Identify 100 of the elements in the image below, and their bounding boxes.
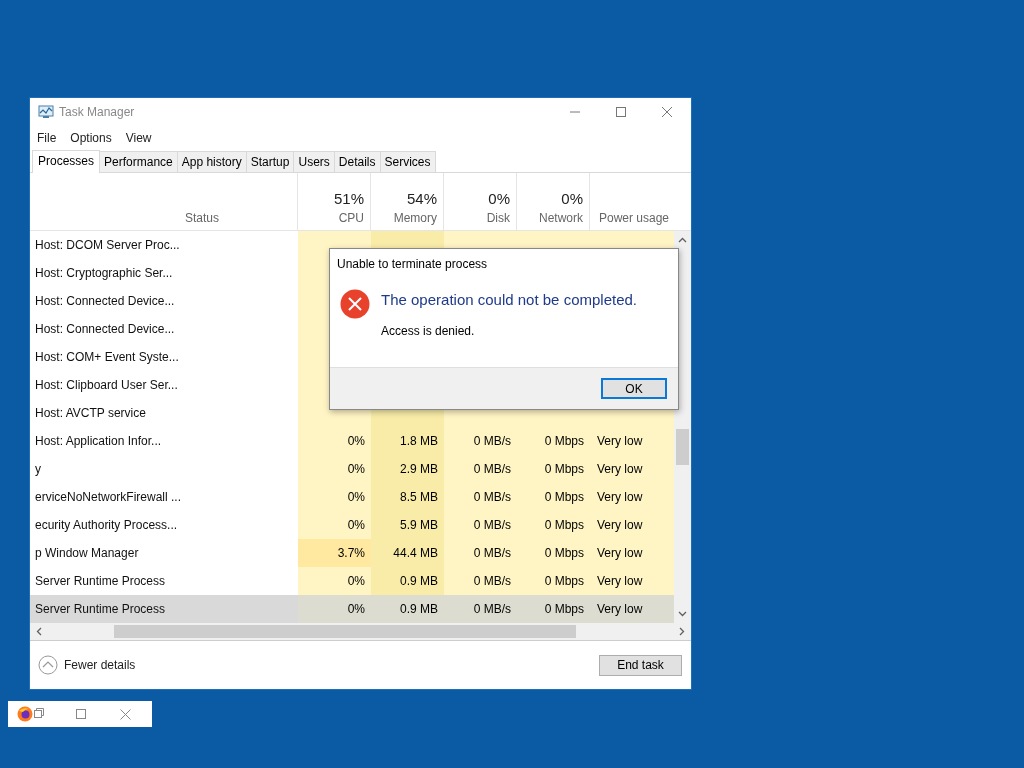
table-cell: 0%	[298, 595, 371, 623]
table-cell: 0%	[298, 567, 371, 595]
fewer-details-link[interactable]: Fewer details	[64, 658, 136, 672]
process-row[interactable]: ecurity Authority Process... 0% 5.9 MB 0 MB/s 0 Mbps Very low	[30, 511, 674, 539]
table-cell: 0 MB/s	[444, 427, 517, 455]
process-name: Host: DCOM Server Proc...	[35, 238, 180, 252]
table-cell: 0 MB/s	[444, 595, 517, 623]
process-name: erviceNoNetworkFirewall ...	[35, 490, 182, 504]
scroll-thumb[interactable]	[114, 625, 576, 638]
process-row[interactable]: y 0% 2.9 MB 0 MB/s 0 Mbps Very low	[30, 455, 674, 483]
table-cell: Very low	[590, 539, 674, 567]
restore-icon[interactable]	[34, 707, 44, 718]
error-icon	[340, 289, 370, 319]
header-cell[interactable]: Power usage	[590, 173, 674, 230]
table-cell: 0.9 MB	[371, 595, 444, 623]
header-cell[interactable]: Status	[180, 173, 298, 230]
table-cell: 0%	[298, 427, 371, 455]
header-cell[interactable]: 51% CPU	[298, 173, 371, 230]
process-name: p Window Manager	[35, 546, 139, 560]
menu-item[interactable]: File	[37, 131, 57, 145]
tab[interactable]: Startup	[245, 151, 295, 172]
process-name: Host: Connected Device...	[35, 294, 175, 308]
table-cell: 0.9 MB	[371, 567, 444, 595]
process-row[interactable]: Host: Application Infor... 0% 1.8 MB 0 MB/s 0 Mbps Very low	[30, 427, 674, 455]
table-cell: 0%	[298, 455, 371, 483]
maximize-icon[interactable]	[76, 709, 86, 719]
menu-item[interactable]: View	[125, 131, 152, 145]
table-cell: 44.4 MB	[371, 539, 444, 567]
ok-button[interactable]: OK	[601, 378, 667, 399]
process-name: Host: COM+ Event Syste...	[35, 350, 179, 364]
column-header[interactable]: Disk	[486, 211, 510, 225]
close-icon[interactable]	[661, 106, 673, 118]
column-total: 0%	[561, 190, 583, 207]
table-cell: Very low	[590, 595, 674, 623]
table-cell: Very low	[590, 427, 674, 455]
column-total: 0%	[488, 190, 510, 207]
table-cell: 0 Mbps	[517, 483, 590, 511]
scroll-thumb[interactable]	[676, 429, 689, 465]
table-cell: 5.9 MB	[371, 511, 444, 539]
table-cell: Very low	[590, 483, 674, 511]
process-name: ecurity Authority Process...	[35, 518, 178, 532]
header-cell[interactable]: 0% Disk	[444, 173, 517, 230]
column-header[interactable]: Power usage	[599, 211, 670, 225]
dialog-title: Unable to terminate process	[336, 256, 489, 273]
table-cell: 0 MB/s	[444, 567, 517, 595]
process-name: y	[35, 462, 41, 476]
end-task-button[interactable]: End task	[599, 654, 682, 676]
table-cell: Very low	[590, 567, 674, 595]
dialog-message: Access is denied.	[381, 324, 476, 338]
process-name: Host: Connected Device...	[35, 322, 175, 336]
process-name: Host: Application Infor...	[35, 434, 162, 448]
chevron-up-icon[interactable]	[38, 655, 58, 675]
table-cell: 8.5 MB	[371, 483, 444, 511]
window-title: Task Manager	[59, 105, 135, 119]
table-cell: Very low	[590, 455, 674, 483]
process-row[interactable]: erviceNoNetworkFirewall ... 0% 8.5 MB 0 MB/s 0 Mbps Very low	[30, 483, 674, 511]
column-header[interactable]: CPU	[338, 211, 364, 225]
maximize-icon[interactable]	[615, 106, 627, 118]
menu-item[interactable]: Options	[70, 131, 112, 145]
process-row[interactable]: p Window Manager 3.7% 44.4 MB 0 MB/s 0 Mbps Very low	[30, 539, 674, 567]
process-row[interactable]: Server Runtime Process 0% 0.9 MB 0 MB/s 0 Mbps Very low	[30, 567, 674, 595]
tab[interactable]: Processes	[32, 150, 101, 173]
tab[interactable]: Users	[293, 151, 335, 172]
process-name: Host: Cryptographic Ser...	[35, 266, 173, 280]
column-total: 51%	[333, 190, 364, 207]
table-cell: Very low	[590, 511, 674, 539]
table-cell: 0 MB/s	[444, 455, 517, 483]
process-name: Host: AVCTP service	[35, 406, 146, 420]
header-cell[interactable]: 54% Memory	[371, 173, 444, 230]
table-cell: 0 Mbps	[517, 567, 590, 595]
process-name: Server Runtime Process	[35, 574, 166, 588]
table-cell: 0 MB/s	[444, 511, 517, 539]
table-cell: 0 MB/s	[444, 539, 517, 567]
close-icon[interactable]	[120, 708, 131, 720]
table-cell: 0 MB/s	[444, 483, 517, 511]
tab[interactable]: Performance	[99, 151, 178, 172]
table-cell: 2.9 MB	[371, 455, 444, 483]
monitor-chart-icon	[38, 105, 54, 119]
table-cell: 0%	[298, 483, 371, 511]
browser-logo-icon[interactable]	[17, 706, 33, 722]
horizontal-scrollbar[interactable]	[30, 623, 691, 641]
table-cell: 0 Mbps	[517, 595, 590, 623]
process-name: Server Runtime Process	[35, 602, 166, 616]
column-total: 54%	[406, 190, 437, 207]
table-cell: 1.8 MB	[371, 427, 444, 455]
table-cell: 0 Mbps	[517, 455, 590, 483]
table-cell: 0 Mbps	[517, 539, 590, 567]
tab[interactable]: Services	[379, 151, 436, 172]
table-cell: 3.7%	[298, 539, 371, 567]
column-header[interactable]: Status	[185, 211, 220, 225]
table-cell: 0 Mbps	[517, 427, 590, 455]
tab[interactable]: Details	[333, 151, 381, 172]
header-cell[interactable]: 0% Network	[517, 173, 590, 230]
process-row[interactable]: Server Runtime Process 0% 0.9 MB 0 MB/s 0 Mbps Very low	[30, 595, 674, 623]
tab[interactable]: App history	[176, 151, 247, 172]
column-header[interactable]: Network	[539, 211, 583, 225]
column-header[interactable]: Memory	[393, 211, 437, 225]
table-cell: 0 Mbps	[517, 511, 590, 539]
table-cell: 0%	[298, 511, 371, 539]
process-name: Host: Clipboard User Ser...	[35, 378, 178, 392]
